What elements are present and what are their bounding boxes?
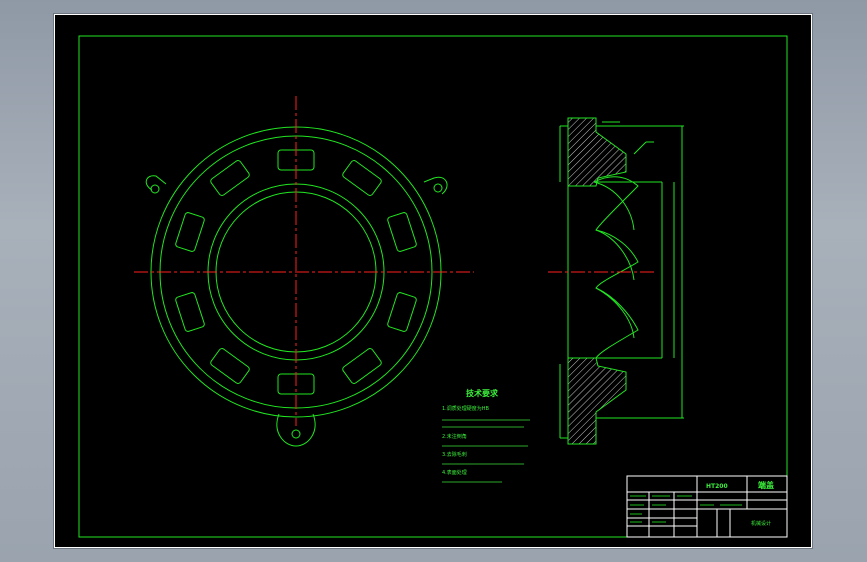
front-view [145, 126, 448, 447]
drawing-canvas: 技术要求 1.调质处理硬度为HB 2.未注倒角 3.去除毛刺 4.表面处理 HT… [54, 14, 812, 548]
section-view [559, 117, 684, 445]
technical-notes: 技术要求 1.调质处理硬度为HB 2.未注倒角 3.去除毛刺 4.表面处理 [442, 388, 530, 483]
note-line-3: 3.去除毛刺 [442, 451, 467, 458]
inner-frame [78, 35, 788, 538]
front-centerlines [134, 96, 474, 426]
outer-frame [54, 14, 812, 548]
drawing-number: HT200 [706, 483, 728, 490]
school-name: 机械设计 [751, 520, 771, 527]
note-line-4: 4.表面处理 [442, 469, 467, 476]
note-line-1: 1.调质处理硬度为HB [442, 405, 490, 412]
cad-viewport: 技术要求 1.调质处理硬度为HB 2.未注倒角 3.去除毛刺 4.表面处理 HT… [0, 0, 867, 562]
notes-title: 技术要求 [466, 388, 499, 398]
note-line-2: 2.未注倒角 [442, 433, 467, 440]
drawing-sheet: 技术要求 1.调质处理硬度为HB 2.未注倒角 3.去除毛刺 4.表面处理 HT… [54, 14, 812, 548]
part-name: 端盖 [758, 480, 774, 490]
